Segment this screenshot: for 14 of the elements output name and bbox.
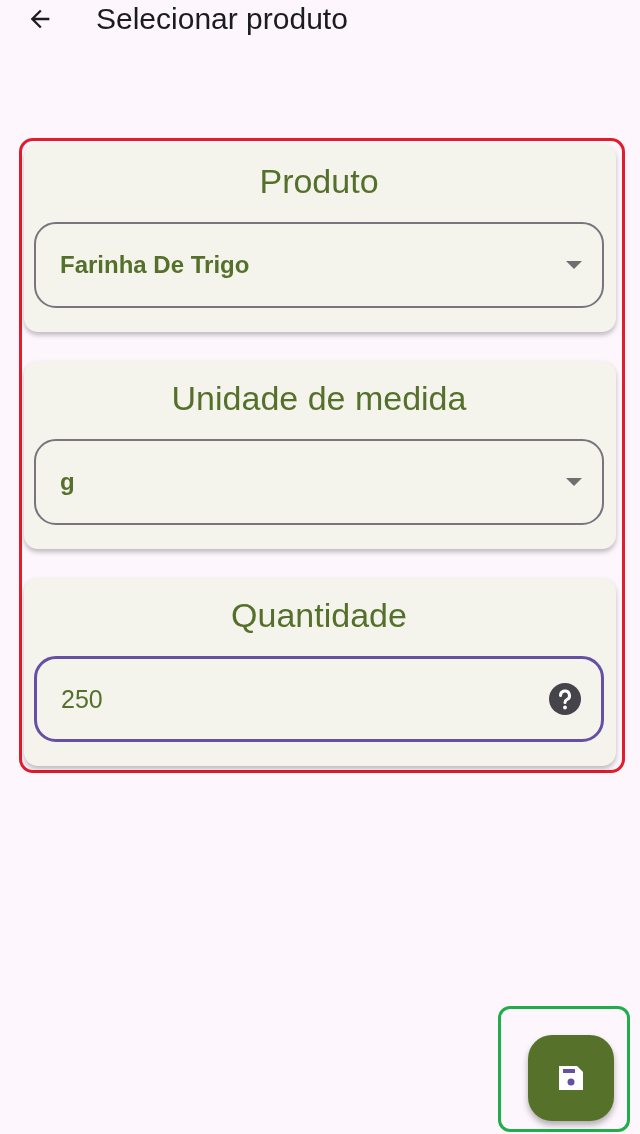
help-icon[interactable] (549, 683, 581, 715)
dropdown-caret-icon (566, 478, 582, 486)
section-title: Quantidade (230, 595, 408, 636)
selected-value: Farinha De Trigo (60, 251, 251, 279)
section-title: Produto (258, 161, 380, 202)
input-field[interactable]: 250 (34, 656, 604, 742)
selected-value: g (60, 468, 76, 496)
save-button[interactable] (528, 1035, 614, 1121)
field-value: 250 (61, 684, 104, 714)
dropdown-caret-icon (566, 261, 582, 269)
dropdown-field[interactable]: g (34, 439, 604, 525)
page-title: Selecionar produto (96, 2, 348, 36)
dropdown-field[interactable]: Farinha De Trigo (34, 222, 604, 308)
section-title: Unidade de medida (170, 378, 468, 419)
